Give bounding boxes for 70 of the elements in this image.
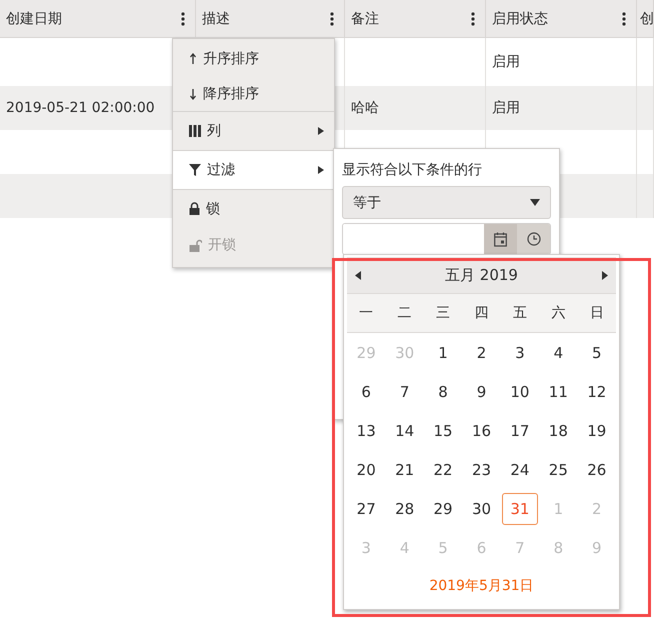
more-icon [622, 12, 626, 26]
calendar-day[interactable]: 26 [578, 454, 615, 486]
calendar-day[interactable]: 15 [425, 414, 462, 446]
calendar-icon [494, 232, 507, 246]
calendar-day[interactable]: 13 [348, 414, 384, 446]
more-icon [181, 12, 185, 26]
weekday-label: 日 [590, 304, 604, 322]
calendar-day[interactable]: 20 [348, 454, 384, 486]
calendar-day[interactable]: 7 [386, 376, 423, 408]
calendar-day[interactable]: 21 [386, 454, 423, 486]
calendar-day[interactable]: 9 [463, 376, 500, 408]
column-header[interactable]: 启用状态 [486, 0, 637, 38]
calendar-day[interactable]: 25 [540, 454, 576, 486]
calendar-day[interactable]: 28 [386, 492, 423, 524]
triangle-left-icon [355, 270, 361, 280]
calendar-day[interactable]: 27 [348, 492, 384, 524]
columns-icon [189, 125, 201, 137]
weekday-label: 六 [551, 304, 566, 322]
menu-item[interactable]: 过滤 [173, 150, 334, 189]
calendar-day[interactable]: 5 [578, 336, 615, 368]
calendar-day[interactable]: 29 [425, 492, 462, 524]
more-icon [471, 12, 475, 26]
weekday-label: 五 [512, 304, 527, 322]
operator-dropdown[interactable]: 等于 [342, 186, 551, 219]
triangle-right-icon [602, 270, 608, 280]
calendar-day[interactable]: 18 [540, 414, 576, 446]
calendar-day[interactable]: 11 [540, 376, 576, 408]
previous-month-button[interactable] [355, 270, 361, 280]
column-header[interactable]: 描述 [196, 0, 345, 38]
calendar-day[interactable]: 4 [540, 336, 576, 368]
calendar-day[interactable]: 17 [502, 414, 538, 446]
caret-icon [318, 165, 324, 175]
calendar-day[interactable]: 31 [502, 492, 538, 524]
calendar-day[interactable]: 30 [463, 492, 500, 524]
filter-icon [189, 164, 201, 176]
clock-icon [526, 232, 540, 246]
weekday-label: 四 [474, 304, 488, 322]
column-header[interactable]: 创建日期 [0, 0, 196, 38]
calendar-day[interactable]: 14 [386, 414, 423, 446]
calendar-day[interactable]: 1 [425, 336, 462, 368]
calendar-day[interactable]: 10 [502, 376, 538, 408]
caret-down-icon [530, 199, 540, 206]
weekday-label: 二 [398, 304, 412, 322]
month-title[interactable]: 五月 2019 [445, 266, 518, 284]
calendar-day[interactable]: 19 [578, 414, 615, 446]
column-header[interactable]: 创 [637, 0, 654, 38]
caret-icon [318, 126, 324, 136]
weekday-label: 三 [436, 304, 450, 322]
next-month-button[interactable] [602, 270, 608, 280]
calendar-day[interactable]: 24 [502, 454, 538, 486]
calendar-day[interactable]: 23 [463, 454, 500, 486]
column-header[interactable]: 备注 [345, 0, 486, 38]
calendar-day[interactable]: 12 [578, 376, 615, 408]
menu-item[interactable]: 升序排序 [173, 41, 334, 76]
calendar-day[interactable]: 16 [463, 414, 500, 446]
unlock-icon [189, 238, 202, 252]
calendar-day[interactable]: 22 [425, 454, 462, 486]
calendar-button[interactable] [484, 224, 517, 254]
clock-button[interactable] [517, 224, 550, 254]
arrow-up-icon [189, 52, 197, 64]
arrow-down-icon [189, 88, 197, 100]
more-icon [330, 12, 334, 26]
weekday-label: 一 [359, 304, 374, 322]
lock-icon [189, 202, 200, 215]
calendar-day[interactable]: 3 [502, 336, 538, 368]
calendar-day[interactable]: 8 [425, 376, 462, 408]
calendar-day[interactable]: 2 [463, 336, 500, 368]
date-input-group[interactable] [342, 223, 551, 255]
filter-title: 显示符合以下条件的行 [342, 161, 483, 179]
calendar-day[interactable]: 6 [348, 376, 384, 408]
